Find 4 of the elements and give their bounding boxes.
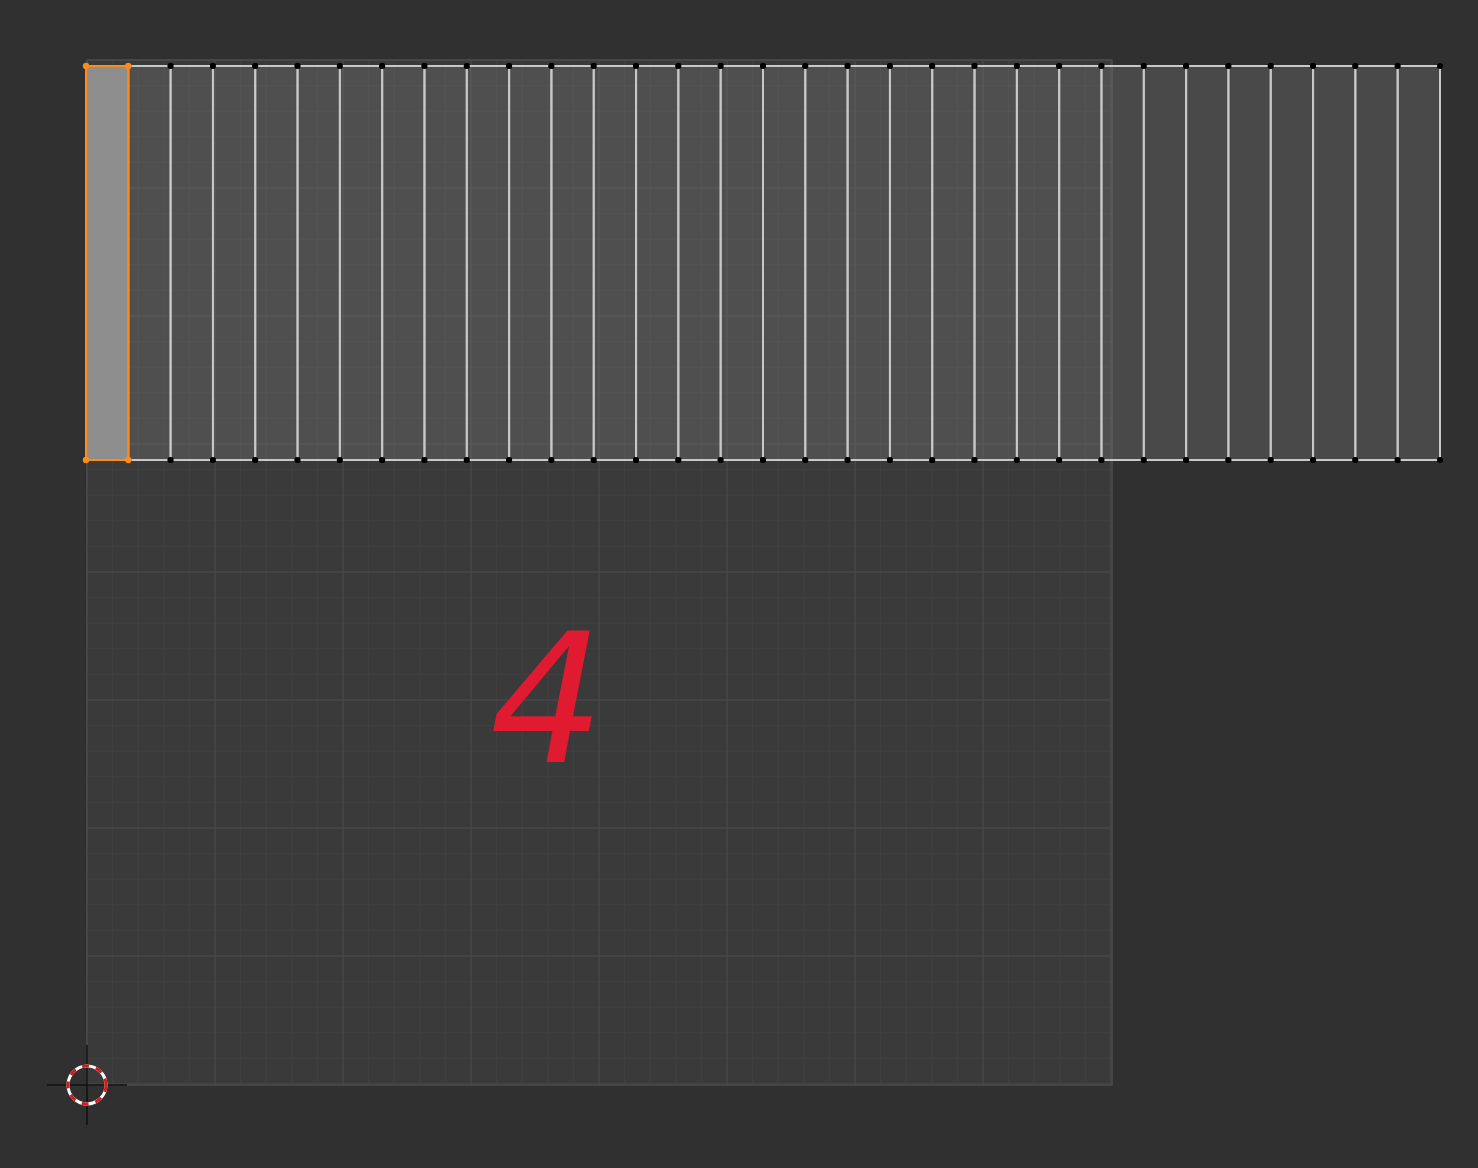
uv-face[interactable] (1394, 63, 1443, 463)
annotation-text: 4 (490, 610, 605, 790)
uv-face[interactable] (82, 62, 132, 464)
cursor-icon[interactable] (46, 1044, 128, 1126)
